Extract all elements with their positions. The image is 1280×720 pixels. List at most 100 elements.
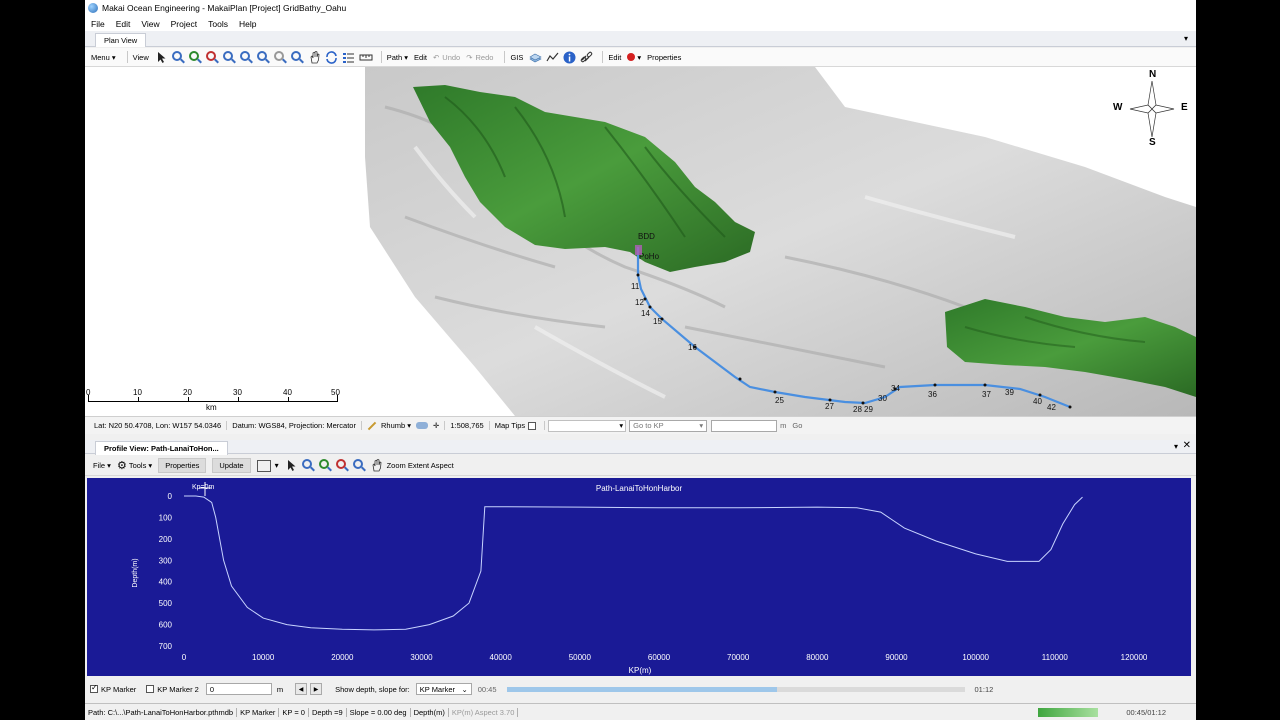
zoom-previous-icon[interactable] bbox=[239, 50, 253, 64]
x-tick-label: 10000 bbox=[252, 653, 275, 662]
zoom-extent-icon[interactable] bbox=[352, 459, 366, 472]
pan-hand-icon[interactable] bbox=[308, 50, 321, 64]
profile-chart-title: Path-LanaiToHonHarbor bbox=[596, 484, 683, 493]
kp-marker-checkbox[interactable] bbox=[90, 683, 98, 693]
harbor-marker[interactable] bbox=[635, 245, 642, 255]
next-button[interactable]: ▶ bbox=[310, 683, 323, 695]
route-label: 30 bbox=[878, 394, 887, 403]
pointer-icon[interactable] bbox=[285, 459, 298, 472]
export-image-icon[interactable] bbox=[256, 459, 271, 472]
link-icon[interactable] bbox=[580, 51, 593, 64]
tab-dropdown-icon[interactable]: ▾ bbox=[1174, 442, 1178, 451]
zoom-window-icon[interactable] bbox=[273, 50, 287, 64]
profile-view-tabstrip: Profile View: Path-LanaiToHon... ▾ ✕ bbox=[85, 440, 1196, 455]
route-label: 37 bbox=[982, 390, 991, 399]
pan-hand-icon[interactable] bbox=[370, 459, 383, 472]
x-axis-label: KP(m) bbox=[629, 666, 652, 675]
datum-readout: Datum: WGS84, Projection: Mercator bbox=[227, 421, 362, 430]
zoom-icon[interactable] bbox=[301, 459, 315, 472]
prev-button[interactable]: ◀ bbox=[295, 683, 308, 695]
compass-rose: N S E W bbox=[1112, 67, 1192, 148]
gis-layers-icon[interactable] bbox=[529, 51, 543, 64]
profile-properties-button[interactable]: Properties bbox=[158, 458, 207, 473]
application-window: Makai Ocean Engineering - MakaiPlan [Pro… bbox=[85, 0, 1196, 720]
route-label: 34 bbox=[891, 384, 900, 393]
zoom-next-icon[interactable] bbox=[256, 50, 270, 64]
profile-status-bar: Path: C:\...\Path-LanaiToHonHarbor.pthmd… bbox=[85, 703, 1196, 720]
profile-chart[interactable]: Path-LanaiToHonHarbor Kp=0m KP(m) Depth(… bbox=[87, 478, 1191, 676]
menu-tools[interactable]: Tools bbox=[208, 19, 228, 29]
zoom-extent-icon[interactable] bbox=[222, 50, 236, 64]
menu-help[interactable]: Help bbox=[239, 19, 256, 29]
layers-list-icon[interactable] bbox=[342, 51, 355, 64]
crosshair-icon[interactable]: ✛ bbox=[433, 421, 439, 430]
zoom-out-icon[interactable] bbox=[335, 459, 349, 472]
tab-profile-view[interactable]: Profile View: Path-LanaiToHon... bbox=[95, 441, 228, 455]
window-title: Makai Ocean Engineering - MakaiPlan [Pro… bbox=[102, 3, 347, 13]
path-dropdown-button[interactable]: Path ▾ bbox=[387, 53, 408, 62]
kp-marker2-checkbox[interactable] bbox=[146, 685, 155, 693]
edit-button[interactable]: Edit bbox=[414, 53, 427, 62]
depth-for-select[interactable]: KP Marker ⌄ bbox=[415, 683, 472, 695]
zoom-in-icon[interactable] bbox=[318, 459, 332, 472]
kp-value-input[interactable]: 0 bbox=[205, 683, 272, 695]
refresh-icon[interactable] bbox=[325, 50, 338, 64]
menu-dropdown-button[interactable]: Menu ▾ bbox=[91, 53, 116, 62]
profile-file-button[interactable]: File ▾ bbox=[93, 461, 111, 470]
profile-chart-container[interactable]: Path-LanaiToHonHarbor Kp=0m KP(m) Depth(… bbox=[87, 478, 1191, 676]
profile-update-button[interactable]: Update bbox=[212, 458, 251, 473]
zoom-in-icon[interactable] bbox=[188, 50, 202, 64]
go-button[interactable]: Go bbox=[792, 421, 802, 430]
profile-chart-icon[interactable] bbox=[546, 51, 559, 64]
y-tick-label: 600 bbox=[159, 621, 173, 630]
coordinate-combo[interactable]: ▾ bbox=[548, 419, 627, 432]
edit2-button[interactable]: Edit bbox=[608, 53, 621, 62]
info-icon[interactable] bbox=[563, 51, 576, 64]
route-label: 14 bbox=[641, 309, 650, 318]
gear-icon: ⚙ bbox=[116, 460, 127, 472]
volume-level[interactable] bbox=[1038, 707, 1099, 717]
properties-button[interactable]: Properties bbox=[647, 53, 681, 62]
profile-toolbar: File ▾ ⚙ Tools ▾ Properties Update ▾ Zoom… bbox=[85, 456, 1196, 476]
route-label: 40 bbox=[1033, 397, 1042, 406]
menu-project[interactable]: Project bbox=[171, 19, 197, 29]
profile-bottom-controls: KP Marker KP Marker 2 0 m ◀ ▶ Show depth… bbox=[85, 680, 1196, 698]
rhumb-dropdown[interactable]: Rhumb ▾ ✛ bbox=[362, 421, 446, 430]
pointer-icon[interactable] bbox=[155, 51, 168, 64]
eraser-icon[interactable] bbox=[416, 422, 429, 429]
redo-icon: ↷ bbox=[466, 52, 473, 62]
tab-dropdown-icon[interactable]: ▾ bbox=[1184, 34, 1188, 43]
y-tick-label: 300 bbox=[159, 556, 173, 565]
redo-button[interactable]: ↷ Redo bbox=[466, 53, 493, 62]
goto-kp-select[interactable]: Go to KP ▾ bbox=[629, 419, 708, 432]
plan-view-map[interactable]: 11 12 14 15 16 25 27 28 29 30 34 36 37 3… bbox=[85, 67, 1196, 416]
profile-tools-button[interactable]: ⚙ Tools ▾ bbox=[117, 459, 152, 472]
scale-tick: 40 bbox=[283, 388, 292, 397]
map-tips-checkbox[interactable] bbox=[528, 421, 537, 430]
zoom-extent-aspect-button[interactable]: Zoom Extent Aspect bbox=[387, 461, 454, 470]
media-time-combined: 00:45/01:12 bbox=[1126, 707, 1166, 717]
media-progress-bar[interactable] bbox=[506, 686, 965, 692]
zoom-layer-icon[interactable] bbox=[290, 50, 304, 64]
record-dropdown-button[interactable]: ▾ bbox=[627, 53, 641, 62]
measure-icon[interactable] bbox=[359, 51, 373, 64]
goto-kp-input[interactable] bbox=[711, 419, 778, 432]
divider bbox=[504, 51, 506, 63]
y-tick-label: 200 bbox=[159, 535, 173, 544]
zoom-icon[interactable] bbox=[171, 50, 185, 64]
gis-button[interactable]: GIS bbox=[510, 53, 523, 62]
place-label: BDD bbox=[638, 232, 655, 241]
undo-button[interactable]: ↶ Undo bbox=[433, 53, 460, 62]
zoom-out-icon[interactable] bbox=[205, 50, 219, 64]
tab-plan-view[interactable]: Plan View bbox=[95, 33, 147, 47]
compass-s: S bbox=[1149, 137, 1156, 148]
route-label: 28 bbox=[853, 405, 862, 414]
map-tips-toggle[interactable]: Map Tips bbox=[490, 421, 546, 430]
menu-view[interactable]: View bbox=[141, 19, 159, 29]
undo-icon: ↶ bbox=[432, 52, 440, 62]
view-button[interactable]: View bbox=[133, 53, 149, 62]
menu-file[interactable]: File bbox=[91, 19, 105, 29]
menu-edit[interactable]: Edit bbox=[116, 19, 131, 29]
close-icon[interactable]: ✕ bbox=[1183, 440, 1191, 451]
status-aspect: KP(m) Aspect 3.70 bbox=[449, 707, 519, 717]
